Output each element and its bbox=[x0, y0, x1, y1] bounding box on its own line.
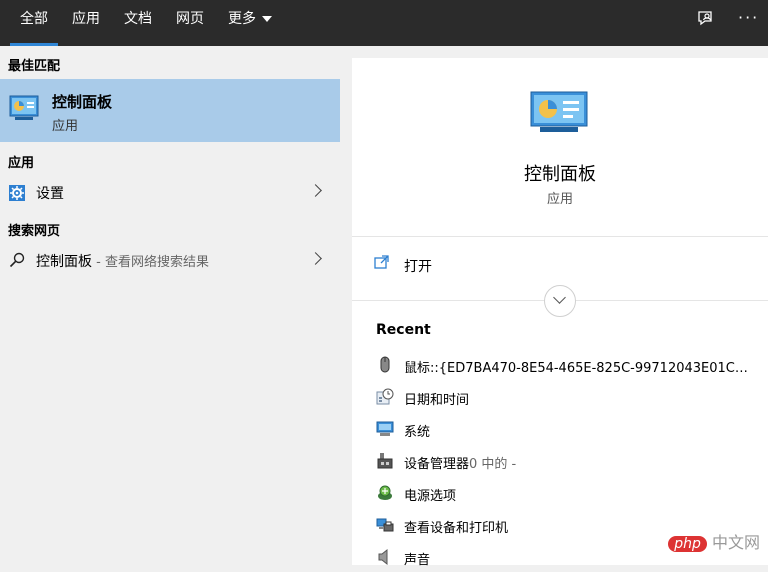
tab-label: 网页 bbox=[176, 11, 204, 27]
tab-apps[interactable]: 应用 bbox=[64, 0, 108, 46]
recent-item-label: 鼠标::{ED7BA470-8E54-465E-825C-99712043E01… bbox=[404, 361, 748, 376]
recent-item-label: 设备管理器0 中的 - bbox=[404, 453, 748, 472]
recent-item[interactable]: 电源选项 bbox=[376, 482, 768, 508]
recent-item[interactable]: 日期和时间 bbox=[376, 386, 768, 412]
divider bbox=[352, 236, 768, 237]
tab-label: 更多 bbox=[228, 11, 256, 27]
recent-item-name: 设备管理器 bbox=[404, 457, 470, 472]
recent-item-label: 系统 bbox=[404, 425, 431, 440]
device-manager-icon bbox=[376, 452, 394, 470]
open-icon bbox=[374, 254, 390, 274]
web-result-query: 控制面板 bbox=[36, 254, 92, 270]
system-icon bbox=[376, 420, 394, 438]
recent-item-label: 电源选项 bbox=[404, 489, 457, 504]
recent-item[interactable]: 鼠标::{ED7BA470-8E54-465E-825C-99712043E01… bbox=[376, 354, 768, 380]
tab-documents[interactable]: 文档 bbox=[116, 0, 160, 46]
section-title-web: 搜索网页 bbox=[8, 224, 61, 239]
section-title-best-match: 最佳匹配 bbox=[8, 59, 61, 74]
preview-app-type: 应用 bbox=[546, 192, 573, 207]
web-result-label: 控制面板 - 查看网络搜索结果 bbox=[36, 251, 209, 271]
watermark-text: 中文网 bbox=[711, 533, 760, 552]
chevron-right-icon[interactable] bbox=[309, 252, 322, 265]
tab-more[interactable]: 更多 bbox=[222, 0, 278, 46]
app-result-settings[interactable]: 设置 bbox=[0, 177, 340, 209]
tab-all[interactable]: 全部 bbox=[10, 0, 58, 46]
best-match-name: 控制面板 bbox=[52, 93, 113, 111]
tab-label: 应用 bbox=[72, 11, 100, 27]
section-title-apps: 应用 bbox=[8, 156, 35, 171]
site-watermark: php 中文网 bbox=[668, 529, 760, 553]
tab-label: 全部 bbox=[20, 11, 48, 27]
devices-printers-icon bbox=[376, 516, 394, 534]
sound-icon bbox=[376, 548, 394, 566]
recent-item[interactable]: 设备管理器0 中的 - bbox=[376, 450, 768, 476]
mouse-icon bbox=[376, 356, 394, 374]
recent-item-label: 日期和时间 bbox=[404, 393, 470, 408]
chevron-down-icon bbox=[262, 16, 272, 22]
watermark-badge: php bbox=[668, 536, 707, 552]
best-match-type: 应用 bbox=[52, 119, 79, 134]
search-filter-bar: 全部 应用 文档 网页 更多 ··· bbox=[0, 0, 768, 46]
expand-button[interactable] bbox=[544, 285, 576, 317]
search-icon bbox=[9, 252, 25, 272]
results-list: 最佳匹配 控制面板 应用 应用 设置 搜索网页 控制面板 - 查看网络搜索结果 bbox=[0, 46, 340, 565]
tab-web[interactable]: 网页 bbox=[168, 0, 212, 46]
best-match-item[interactable]: 控制面板 应用 bbox=[0, 79, 340, 142]
preview-app-name: 控制面板 bbox=[524, 164, 596, 185]
control-panel-icon bbox=[9, 95, 39, 121]
web-result-control-panel[interactable]: 控制面板 - 查看网络搜索结果 bbox=[0, 245, 340, 277]
recent-item[interactable]: 系统 bbox=[376, 418, 768, 444]
power-options-icon bbox=[376, 484, 394, 502]
open-action[interactable]: 打开 bbox=[404, 256, 432, 276]
app-result-label: 设置 bbox=[36, 186, 64, 202]
settings-gear-icon bbox=[9, 185, 25, 205]
tab-label: 文档 bbox=[124, 11, 152, 27]
feedback-icon[interactable] bbox=[697, 10, 715, 32]
chevron-right-icon[interactable] bbox=[309, 184, 322, 197]
control-panel-large-icon bbox=[530, 91, 588, 137]
web-result-suffix: - 查看网络搜索结果 bbox=[92, 255, 209, 270]
more-options-icon[interactable]: ··· bbox=[738, 8, 759, 27]
date-time-icon bbox=[376, 388, 394, 406]
preview-pane: 控制面板 应用 打开 Recent 鼠标::{ED7BA470-8E54-465… bbox=[352, 58, 768, 568]
recent-title: Recent bbox=[376, 322, 431, 338]
recent-item-suffix: 0 中的 - bbox=[469, 457, 517, 472]
